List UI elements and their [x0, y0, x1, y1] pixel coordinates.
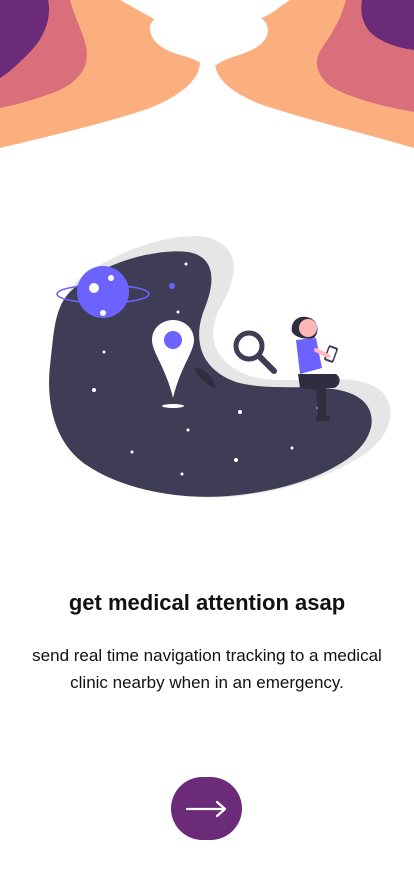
star-dot	[186, 428, 190, 432]
navigation-illustration	[49, 236, 391, 498]
header-wave-decoration	[0, 0, 414, 148]
star-dot	[180, 472, 184, 476]
star-dot	[92, 388, 96, 392]
star-dot	[102, 350, 106, 354]
star-dot	[290, 446, 294, 450]
star-dot	[169, 283, 175, 289]
star-dot	[234, 458, 238, 462]
next-button[interactable]	[171, 777, 242, 840]
star-dot	[184, 262, 188, 266]
star-dot	[176, 310, 180, 314]
star-dot	[238, 410, 242, 414]
arrow-right-icon	[185, 800, 226, 817]
onboarding-description: send real time navigation tracking to a …	[32, 646, 382, 692]
star-dot	[130, 450, 134, 454]
onboarding-screen: get medical attention asap send real tim…	[0, 0, 414, 896]
onboarding-title: get medical attention asap	[68, 590, 346, 615]
magnifier-icon	[233, 330, 277, 374]
